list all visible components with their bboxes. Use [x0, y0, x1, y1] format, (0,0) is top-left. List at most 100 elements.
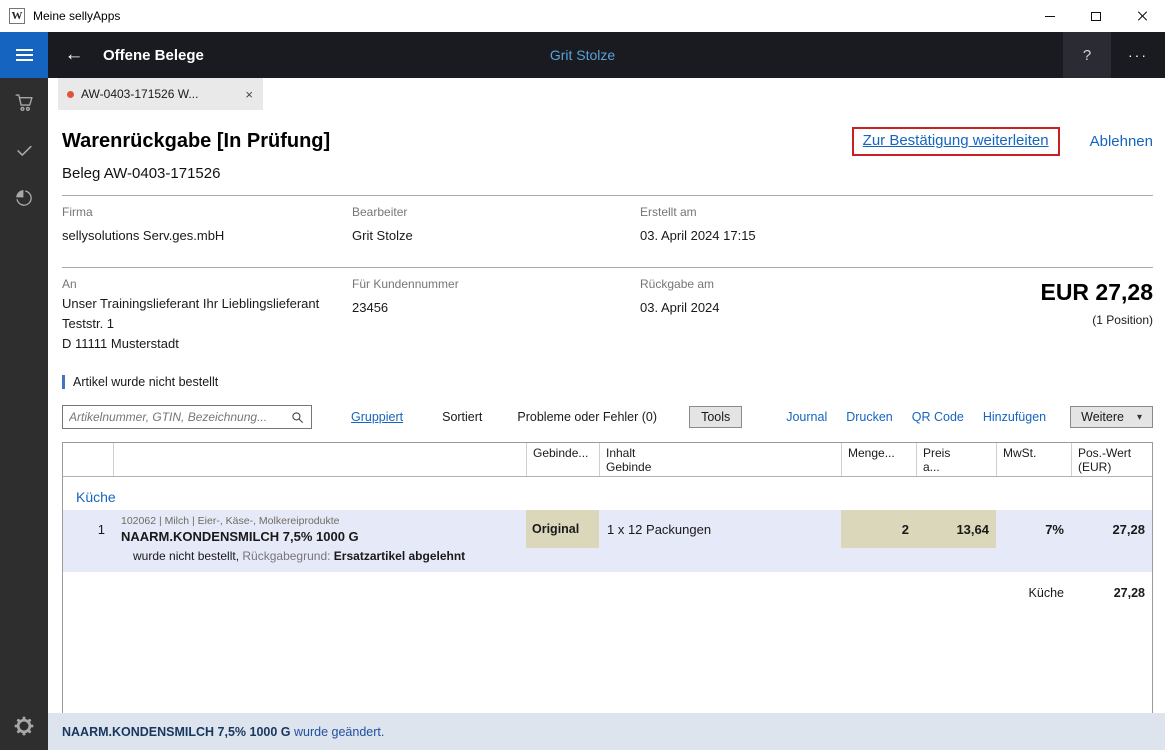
field-label-rueckgabe-am: Rückgabe am: [640, 277, 1040, 291]
checkmark-icon: [15, 141, 34, 160]
summary-group-value: 27,28: [1071, 586, 1152, 600]
table-header-row: Gebinde... InhaltGebinde Menge... Preisa…: [63, 443, 1152, 477]
field-erstellt-am: Erstellt am 03. April 2024 17:15: [640, 205, 1153, 243]
close-button[interactable]: [1119, 0, 1165, 32]
note-label: Rückgabegrund:: [242, 549, 333, 563]
field-label-bearbeiter: Bearbeiter: [352, 205, 640, 219]
journal-link[interactable]: Journal: [786, 410, 827, 424]
field-value-kundennummer: 23456: [352, 300, 640, 315]
sidebar: [0, 78, 48, 750]
column-header-preis: Preisa...: [916, 443, 996, 476]
tab-close-button[interactable]: ×: [231, 87, 253, 102]
sidebar-item-cart[interactable]: [0, 78, 48, 126]
close-icon: [1136, 10, 1148, 22]
minimize-button[interactable]: [1027, 0, 1073, 32]
status-product-name: NAARM.KONDENSMILCH 7,5% 1000 G: [62, 725, 291, 739]
field-value-bearbeiter: Grit Stolze: [352, 228, 640, 243]
document-content: Warenrückgabe [In Prüfung] Zur Bestätigu…: [48, 110, 1165, 713]
total-amount: EUR 27,28: [1040, 279, 1153, 306]
search-icon[interactable]: [287, 411, 311, 424]
more-actions-button[interactable]: Weitere ▾: [1070, 406, 1153, 428]
status-bar: NAARM.KONDENSMILCH 7,5% 1000 G wurde geä…: [48, 713, 1165, 750]
field-kundennummer: Für Kundennummer 23456: [352, 277, 640, 351]
field-value-an-line1: Unser Trainingslieferant Ihr Lieblingsli…: [62, 296, 352, 311]
field-label-an: An: [62, 277, 352, 291]
positions-toolbar: Gruppiert Sortiert Probleme oder Fehler …: [62, 405, 1153, 429]
tools-button[interactable]: Tools: [689, 406, 742, 428]
menu-button[interactable]: [0, 32, 48, 78]
document-tab[interactable]: AW-0403-171526 W... ×: [58, 78, 263, 110]
wert-cell: 27,28: [1071, 510, 1152, 548]
column-header-wert: Pos.-Wert(EUR): [1071, 443, 1152, 476]
field-firma: Firma sellysolutions Serv.ges.mbH: [62, 205, 352, 243]
hamburger-icon: [16, 49, 33, 61]
search-box: [62, 405, 312, 429]
back-button[interactable]: ←: [54, 32, 94, 78]
document-title: Warenrückgabe [In Prüfung]: [62, 130, 330, 153]
group-header: Küche: [63, 477, 1152, 510]
maximize-icon: [1091, 12, 1101, 21]
column-header-gebinde: Gebinde...: [526, 443, 599, 476]
field-label-kundennummer: Für Kundennummer: [352, 277, 640, 291]
legend-text: Artikel wurde nicht bestellt: [73, 375, 218, 389]
help-button[interactable]: ?: [1063, 32, 1111, 78]
menge-cell[interactable]: 2: [841, 510, 916, 548]
note-text: wurde nicht bestellt,: [133, 549, 242, 563]
more-actions-label: Weitere: [1081, 410, 1124, 424]
page-title: Offene Belege: [103, 47, 204, 64]
field-value-an-line2: Teststr. 1: [62, 316, 352, 331]
maximize-button[interactable]: [1073, 0, 1119, 32]
search-input[interactable]: [63, 410, 287, 424]
field-an: An Unser Trainingslieferant Ihr Liebling…: [62, 277, 352, 351]
column-header-article: [113, 443, 526, 476]
qr-code-link[interactable]: QR Code: [912, 410, 964, 424]
article-name: NAARM.KONDENSMILCH 7,5% 1000 G: [121, 529, 359, 544]
field-bearbeiter: Bearbeiter Grit Stolze: [352, 205, 640, 243]
window-titlebar: W Meine sellyApps: [0, 0, 1165, 32]
problems-filter[interactable]: Probleme oder Fehler (0): [517, 410, 657, 424]
info-band-1: Firma sellysolutions Serv.ges.mbH Bearbe…: [62, 196, 1153, 254]
column-header-mwst: MwSt.: [996, 443, 1071, 476]
note-value: Ersatzartikel abgelehnt: [334, 549, 465, 563]
reject-button[interactable]: Ablehnen: [1090, 133, 1153, 150]
sidebar-item-statistics[interactable]: [0, 174, 48, 222]
sorted-toggle[interactable]: Sortiert: [442, 410, 482, 424]
chevron-down-icon: ▾: [1137, 412, 1142, 423]
field-value-firma: sellysolutions Serv.ges.mbH: [62, 228, 352, 243]
article-cell: 102062 | Milch | Eier-, Käse-, Molkereip…: [113, 510, 526, 548]
row-note: wurde nicht bestellt, Rückgabegrund: Ers…: [63, 548, 1152, 572]
group-summary-row: Küche 27,28: [63, 580, 1152, 605]
grouped-toggle[interactable]: Gruppiert: [351, 410, 403, 424]
cart-icon: [14, 92, 35, 113]
window-title: Meine sellyApps: [33, 9, 120, 23]
sidebar-item-settings[interactable]: [0, 702, 48, 750]
help-icon: ?: [1083, 47, 1091, 64]
sidebar-item-approvals[interactable]: [0, 126, 48, 174]
window-controls: [1027, 0, 1165, 32]
table-row[interactable]: 1 102062 | Milch | Eier-, Käse-, Molkere…: [63, 510, 1152, 548]
add-link[interactable]: Hinzufügen: [983, 410, 1046, 424]
gebinde-cell[interactable]: Original: [526, 510, 599, 548]
print-link[interactable]: Drucken: [846, 410, 893, 424]
preis-cell[interactable]: 13,64: [916, 510, 996, 548]
ellipsis-icon: ···: [1128, 47, 1148, 63]
field-rueckgabe-am: Rückgabe am 03. April 2024: [640, 277, 1040, 351]
app-logo-icon: W: [9, 8, 25, 24]
status-message: wurde geändert.: [291, 725, 385, 739]
info-band-2: An Unser Trainingslieferant Ihr Liebling…: [62, 268, 1153, 361]
more-button[interactable]: ···: [1111, 32, 1165, 78]
back-arrow-icon: ←: [65, 44, 84, 66]
field-label-firma: Firma: [62, 205, 352, 219]
column-header-empty-1: [63, 443, 113, 476]
field-label-erstellt-am: Erstellt am: [640, 205, 1153, 219]
article-meta: 102062 | Milch | Eier-, Käse-, Molkereip…: [121, 515, 339, 527]
inhalt-cell: 1 x 12 Packungen: [599, 510, 841, 548]
minimize-icon: [1045, 16, 1055, 17]
total-positions: (1 Position): [1040, 313, 1153, 327]
legend: Artikel wurde nicht bestellt: [62, 375, 1153, 389]
column-header-inhalt: InhaltGebinde: [599, 443, 841, 476]
document-number: Beleg AW-0403-171526: [62, 165, 1153, 182]
unsaved-indicator-icon: [67, 91, 74, 98]
forward-button[interactable]: Zur Bestätigung weiterleiten: [863, 132, 1049, 149]
field-value-an-line3: D 11111 Musterstadt: [62, 336, 352, 351]
